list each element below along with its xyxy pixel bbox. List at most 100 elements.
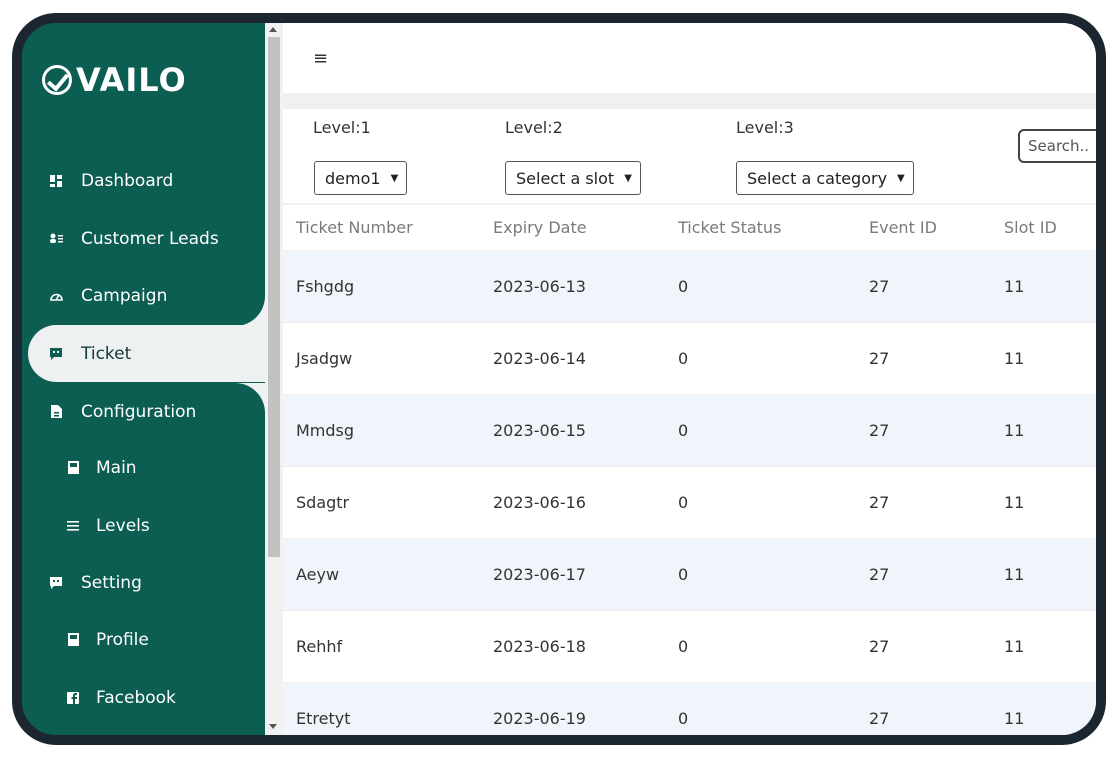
chevron-down-icon: ▼ xyxy=(624,172,632,184)
scroll-down-arrow-icon[interactable] xyxy=(269,724,277,729)
column-header-ticket-number[interactable]: Ticket Number xyxy=(283,203,493,251)
leads-icon xyxy=(49,232,63,246)
sidebar-item-label: Main xyxy=(96,457,137,478)
level3-label: Level:3 xyxy=(736,118,794,137)
slot-id-cell: 11 xyxy=(1004,322,1096,395)
sidebar-item-label: Ticket xyxy=(81,343,132,364)
column-header-event-id[interactable]: Event ID xyxy=(869,203,1004,251)
ticket-number-cell: Etretyt xyxy=(283,682,493,735)
sidebar-item-setting[interactable]: Setting xyxy=(22,554,265,611)
table-row[interactable]: Etretyt 2023-06-19 0 27 11 xyxy=(283,682,1096,735)
event-id-cell: 27 xyxy=(869,394,1004,467)
gauge-icon xyxy=(49,289,63,303)
checkmark-icon xyxy=(42,65,72,95)
book-icon xyxy=(66,461,80,475)
level3-select[interactable]: Select a category ▼ xyxy=(736,161,914,195)
top-bar: ≡ xyxy=(283,23,1096,93)
ticket-number-cell: Fshgdg xyxy=(283,250,493,323)
sidebar-item-dashboard[interactable]: Dashboard xyxy=(22,152,265,209)
table-row[interactable]: Jsadgw 2023-06-14 0 27 11 xyxy=(283,322,1096,395)
ticket-number-cell: Sdagtr xyxy=(283,466,493,539)
event-id-cell: 27 xyxy=(869,466,1004,539)
event-id-cell: 27 xyxy=(869,682,1004,735)
table-row[interactable]: Mmdsg 2023-06-15 0 27 11 xyxy=(283,394,1096,467)
ticket-icon xyxy=(49,347,63,361)
level1-label: Level:1 xyxy=(313,118,371,137)
sidebar-item-main[interactable]: Main xyxy=(22,439,265,496)
sidebar-item-profile[interactable]: Profile xyxy=(22,611,265,668)
expiry-date-cell: 2023-06-16 xyxy=(493,466,678,539)
table-row[interactable]: Sdagtr 2023-06-16 0 27 11 xyxy=(283,466,1096,539)
sidebar-item-campaign[interactable]: Campaign xyxy=(22,267,265,324)
ticket-number-cell: Jsadgw xyxy=(283,322,493,395)
sidebar-item-levels[interactable]: Levels xyxy=(22,497,265,554)
file-icon xyxy=(49,405,63,419)
slot-id-cell: 11 xyxy=(1004,394,1096,467)
table-row[interactable]: Aeyw 2023-06-17 0 27 11 xyxy=(283,538,1096,611)
chevron-down-icon: ▼ xyxy=(897,172,905,184)
level2-select-value: Select a slot xyxy=(516,168,615,188)
ticket-table: Ticket Number Expiry Date Ticket Status … xyxy=(283,203,1096,735)
expiry-date-cell: 2023-06-19 xyxy=(493,682,678,735)
column-header-slot-id[interactable]: Slot ID xyxy=(1004,203,1096,251)
device-frame: VAILO Dashboard Customer Leads Campaign xyxy=(12,13,1106,745)
facebook-icon xyxy=(66,691,80,705)
dashboard-icon xyxy=(49,174,63,188)
chevron-down-icon: ▼ xyxy=(390,172,399,184)
level1-select[interactable]: demo1 ▼ xyxy=(314,161,408,195)
sidebar-item-label: Levels xyxy=(96,515,150,536)
sidebar-item-label: Profile xyxy=(96,629,149,650)
sidebar-item-ticket[interactable]: Ticket xyxy=(28,325,270,382)
level1-select-value: demo1 xyxy=(325,168,381,188)
sidebar: VAILO Dashboard Customer Leads Campaign xyxy=(22,23,270,735)
ticket-status-cell: 0 xyxy=(678,466,869,539)
expiry-date-cell: 2023-06-14 xyxy=(493,322,678,395)
ticket-status-cell: 0 xyxy=(678,322,869,395)
slot-id-cell: 11 xyxy=(1004,250,1096,323)
sidebar-item-facebook[interactable]: Facebook xyxy=(22,669,265,726)
ticket-number-cell: Aeyw xyxy=(283,538,493,611)
slot-id-cell: 11 xyxy=(1004,682,1096,735)
sidebar-item-label: Setting xyxy=(81,572,142,593)
table-row[interactable]: Fshgdg 2023-06-13 0 27 11 xyxy=(283,250,1096,323)
list-icon xyxy=(66,519,80,533)
scrollbar-thumb[interactable] xyxy=(268,37,280,557)
ticket-status-cell: 0 xyxy=(678,394,869,467)
book-icon xyxy=(66,633,80,647)
event-id-cell: 27 xyxy=(869,538,1004,611)
slot-id-cell: 11 xyxy=(1004,466,1096,539)
scroll-up-arrow-icon[interactable] xyxy=(269,27,277,32)
column-header-expiry-date[interactable]: Expiry Date xyxy=(493,203,678,251)
ticket-status-cell: 0 xyxy=(678,538,869,611)
sidebar-item-label: Facebook xyxy=(96,687,176,708)
expiry-date-cell: 2023-06-13 xyxy=(493,250,678,323)
level2-label: Level:2 xyxy=(505,118,563,137)
sidebar-scrollbar[interactable] xyxy=(265,23,283,735)
search-input[interactable] xyxy=(1018,129,1096,163)
table-header-row: Ticket Number Expiry Date Ticket Status … xyxy=(283,203,1096,251)
ticket-status-cell: 0 xyxy=(678,682,869,735)
level3-select-value: Select a category xyxy=(747,168,888,188)
ticket-number-cell: Rehhf xyxy=(283,610,493,683)
divider-band xyxy=(283,93,1096,109)
ticket-number-cell: Mmdsg xyxy=(283,394,493,467)
sidebar-item-label: Campaign xyxy=(81,285,168,306)
column-header-ticket-status[interactable]: Ticket Status xyxy=(678,203,869,251)
table-row[interactable]: Rehhf 2023-06-18 0 27 11 xyxy=(283,610,1096,683)
ticket-status-cell: 0 xyxy=(678,610,869,683)
slot-id-cell: 11 xyxy=(1004,610,1096,683)
event-id-cell: 27 xyxy=(869,250,1004,323)
event-id-cell: 27 xyxy=(869,322,1004,395)
logo: VAILO xyxy=(42,61,187,99)
level2-select[interactable]: Select a slot ▼ xyxy=(505,161,641,195)
hamburger-icon[interactable]: ≡ xyxy=(313,48,328,69)
main-content: ≡ Level:1 Level:2 Level:3 demo1 ▼ Select… xyxy=(283,23,1096,735)
ticket-status-cell: 0 xyxy=(678,250,869,323)
sidebar-item-label: Dashboard xyxy=(81,170,174,191)
expiry-date-cell: 2023-06-15 xyxy=(493,394,678,467)
sidebar-item-customer-leads[interactable]: Customer Leads xyxy=(22,210,265,267)
sidebar-item-label: Configuration xyxy=(81,401,197,422)
slot-id-cell: 11 xyxy=(1004,538,1096,611)
expiry-date-cell: 2023-06-18 xyxy=(493,610,678,683)
sidebar-item-configuration[interactable]: Configuration xyxy=(22,383,265,440)
